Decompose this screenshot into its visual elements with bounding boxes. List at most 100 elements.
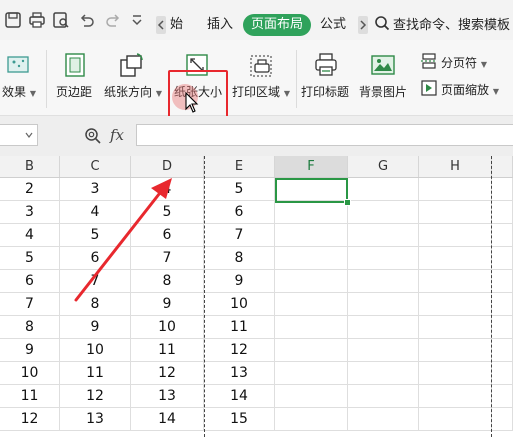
tab-formula[interactable]: 公式 bbox=[320, 14, 346, 36]
grid-cell[interactable] bbox=[419, 408, 492, 431]
grid-cell[interactable]: 7 bbox=[60, 270, 131, 293]
grid-cell[interactable] bbox=[492, 247, 513, 270]
grid-cell[interactable]: 4 bbox=[131, 178, 204, 201]
print-area-icon[interactable] bbox=[249, 54, 273, 78]
grid-cell[interactable]: 10 bbox=[0, 362, 60, 385]
undo-icon[interactable] bbox=[78, 11, 96, 29]
column-header-partial[interactable] bbox=[492, 156, 513, 177]
grid-cell[interactable]: 10 bbox=[204, 293, 275, 316]
grid-cell[interactable] bbox=[492, 201, 513, 224]
grid-cell[interactable] bbox=[419, 316, 492, 339]
grid-cell[interactable]: 12 bbox=[204, 339, 275, 362]
grid-cell[interactable]: 8 bbox=[204, 247, 275, 270]
grid-cell[interactable]: 12 bbox=[131, 362, 204, 385]
grid-cell[interactable]: 8 bbox=[0, 316, 60, 339]
grid-cell[interactable] bbox=[275, 201, 348, 224]
zoom-search-icon[interactable] bbox=[84, 127, 102, 145]
grid-cell[interactable]: 9 bbox=[60, 316, 131, 339]
print-preview-icon[interactable] bbox=[52, 11, 70, 29]
grid-cell[interactable] bbox=[348, 201, 419, 224]
grid-cell[interactable]: 5 bbox=[0, 247, 60, 270]
grid-cell[interactable] bbox=[419, 270, 492, 293]
column-header-d[interactable]: D bbox=[131, 156, 204, 177]
grid-cell[interactable] bbox=[492, 316, 513, 339]
effects-icon[interactable] bbox=[6, 54, 30, 76]
grid-cell[interactable]: 11 bbox=[60, 362, 131, 385]
grid-cell[interactable]: 14 bbox=[204, 385, 275, 408]
grid-cell[interactable]: 5 bbox=[60, 224, 131, 247]
grid-cell[interactable]: 13 bbox=[131, 385, 204, 408]
grid-cell[interactable]: 14 bbox=[131, 408, 204, 431]
grid-cell[interactable] bbox=[419, 224, 492, 247]
page-break-icon[interactable] bbox=[421, 53, 437, 69]
grid-cell[interactable] bbox=[419, 247, 492, 270]
grid-cell[interactable] bbox=[275, 385, 348, 408]
grid-cell[interactable] bbox=[348, 339, 419, 362]
grid-cell[interactable] bbox=[419, 293, 492, 316]
column-header-f[interactable]: F bbox=[275, 156, 348, 177]
customize-quick-access-icon[interactable] bbox=[128, 11, 146, 29]
grid-cell[interactable]: 5 bbox=[204, 178, 275, 201]
grid-cell[interactable] bbox=[492, 385, 513, 408]
grid-cell[interactable] bbox=[348, 178, 419, 201]
search-input[interactable]: 查找命令、搜索模板 bbox=[393, 14, 510, 33]
grid-cell[interactable] bbox=[348, 247, 419, 270]
grid-cell[interactable]: 6 bbox=[60, 247, 131, 270]
grid-cell[interactable] bbox=[275, 362, 348, 385]
grid-cell[interactable] bbox=[348, 293, 419, 316]
chevron-down-icon[interactable] bbox=[25, 131, 33, 139]
grid-cell[interactable]: 10 bbox=[60, 339, 131, 362]
grid-cell[interactable] bbox=[492, 224, 513, 247]
grid-cell[interactable] bbox=[348, 224, 419, 247]
grid-cell[interactable] bbox=[492, 408, 513, 431]
grid-cell[interactable]: 3 bbox=[60, 178, 131, 201]
tab-scroll-right-button[interactable] bbox=[358, 16, 368, 34]
formula-input[interactable] bbox=[136, 124, 513, 146]
fill-handle[interactable] bbox=[344, 199, 351, 206]
grid-cell[interactable] bbox=[419, 385, 492, 408]
tab-start[interactable]: 始 bbox=[170, 14, 183, 36]
tab-insert[interactable]: 插入 bbox=[207, 14, 233, 36]
grid-cell[interactable] bbox=[275, 316, 348, 339]
orientation-icon[interactable] bbox=[118, 52, 144, 78]
grid-cell[interactable]: 3 bbox=[0, 201, 60, 224]
grid-cell[interactable]: 4 bbox=[60, 201, 131, 224]
page-break-button[interactable]: 分页符 ▼ bbox=[441, 54, 487, 71]
grid-cell[interactable]: 9 bbox=[0, 339, 60, 362]
grid-cell[interactable] bbox=[275, 408, 348, 431]
grid-cell[interactable]: 9 bbox=[204, 270, 275, 293]
page-zoom-icon[interactable] bbox=[421, 80, 437, 96]
grid-cell[interactable]: 8 bbox=[131, 270, 204, 293]
margins-icon[interactable] bbox=[64, 52, 86, 78]
grid-cell[interactable]: 7 bbox=[131, 247, 204, 270]
name-box[interactable] bbox=[0, 124, 38, 146]
grid-cell[interactable] bbox=[492, 339, 513, 362]
grid-cell[interactable]: 6 bbox=[0, 270, 60, 293]
grid-cell[interactable] bbox=[348, 270, 419, 293]
grid-cell[interactable]: 12 bbox=[0, 408, 60, 431]
grid-cell[interactable]: 6 bbox=[204, 201, 275, 224]
column-header-c[interactable]: C bbox=[60, 156, 131, 177]
grid-cell[interactable]: 7 bbox=[204, 224, 275, 247]
grid-cell[interactable] bbox=[419, 201, 492, 224]
grid-cell[interactable] bbox=[492, 270, 513, 293]
grid-cell[interactable] bbox=[275, 293, 348, 316]
insert-function-button[interactable]: fx bbox=[110, 126, 124, 144]
grid-cell[interactable]: 15 bbox=[204, 408, 275, 431]
grid-cell[interactable] bbox=[419, 339, 492, 362]
selected-cell[interactable] bbox=[275, 178, 348, 203]
column-header-e[interactable]: E bbox=[204, 156, 275, 177]
background-image-button[interactable]: 背景图片 bbox=[359, 83, 407, 100]
background-image-icon[interactable] bbox=[370, 52, 396, 78]
grid-cell[interactable] bbox=[492, 293, 513, 316]
grid-cell[interactable]: 5 bbox=[131, 201, 204, 224]
print-titles-icon[interactable] bbox=[313, 52, 339, 78]
grid-cell[interactable] bbox=[419, 178, 492, 201]
grid-cell[interactable]: 12 bbox=[60, 385, 131, 408]
effects-button[interactable]: 效果 ▼ bbox=[2, 83, 36, 100]
grid-cell[interactable]: 11 bbox=[0, 385, 60, 408]
grid-cell[interactable] bbox=[275, 339, 348, 362]
grid-cell[interactable] bbox=[492, 362, 513, 385]
grid-cell[interactable] bbox=[275, 224, 348, 247]
grid-cell[interactable] bbox=[492, 178, 513, 201]
